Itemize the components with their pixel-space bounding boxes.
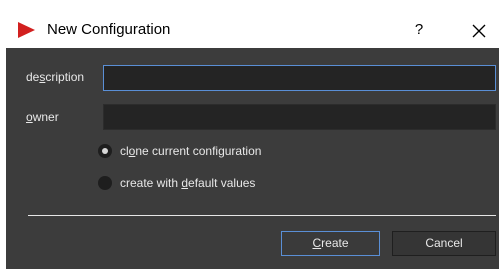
- clone-option[interactable]: clone current configuration: [98, 142, 261, 160]
- separator: [28, 215, 496, 216]
- clone-option-label: clone current configuration: [120, 144, 262, 158]
- close-icon: [472, 24, 486, 38]
- close-button[interactable]: [466, 18, 492, 42]
- description-field[interactable]: [103, 65, 496, 91]
- description-label: description: [26, 70, 85, 84]
- app-play-icon: [18, 22, 35, 38]
- cancel-button[interactable]: Cancel: [392, 231, 496, 256]
- default-values-option-label: create with default values: [120, 176, 256, 190]
- clone-radio[interactable]: [98, 144, 112, 158]
- new-configuration-dialog: New Configuration ? description owner cl…: [0, 0, 499, 269]
- default-values-option[interactable]: create with default values: [98, 174, 255, 192]
- default-values-radio[interactable]: [98, 176, 112, 190]
- create-button[interactable]: Create: [281, 231, 380, 256]
- owner-label: owner: [26, 110, 59, 124]
- window-title: New Configuration: [47, 21, 171, 38]
- owner-field[interactable]: [103, 104, 496, 130]
- help-button[interactable]: ?: [406, 18, 432, 42]
